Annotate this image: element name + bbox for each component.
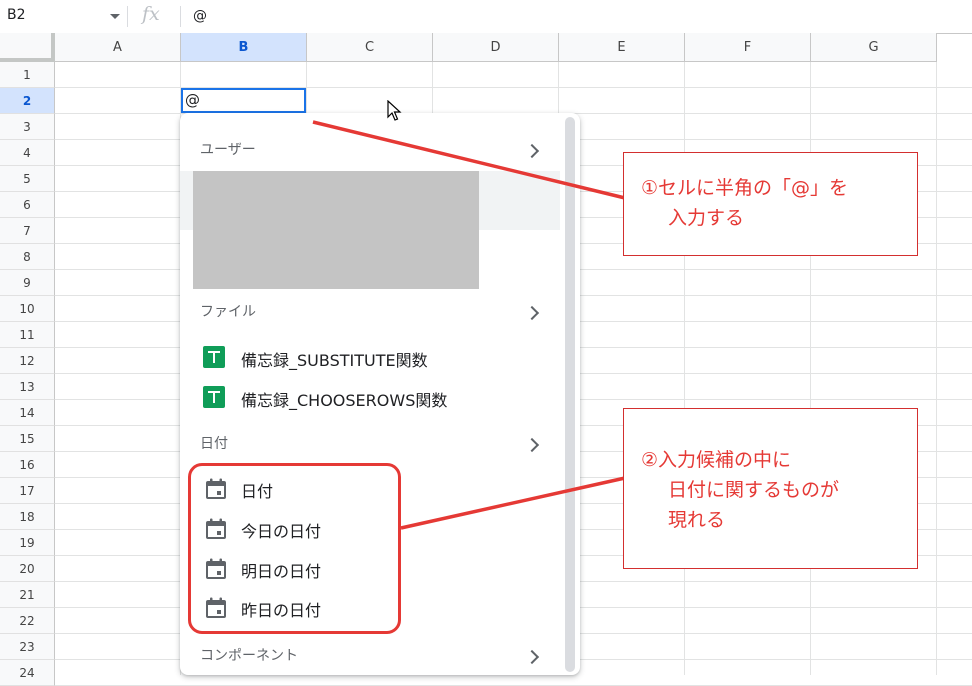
annotation-text: ②入力候補の中に xyxy=(641,449,792,471)
annotation-text: 日付に関するものが xyxy=(668,479,840,501)
arrow-line-1 xyxy=(312,120,626,200)
annotation-note-2: ②入力候補の中に 日付に関するものが 現れる xyxy=(623,408,918,569)
annotation-arrows xyxy=(312,120,626,530)
date-items-highlight xyxy=(188,463,401,634)
arrow-line-2 xyxy=(400,476,626,530)
annotation-text: ①セルに半角の「@」を xyxy=(641,177,849,199)
annotation-text: 入力する xyxy=(668,207,745,229)
annotation-text: 現れる xyxy=(668,509,726,531)
annotation-note-1: ①セルに半角の「@」を 入力する xyxy=(623,152,918,256)
